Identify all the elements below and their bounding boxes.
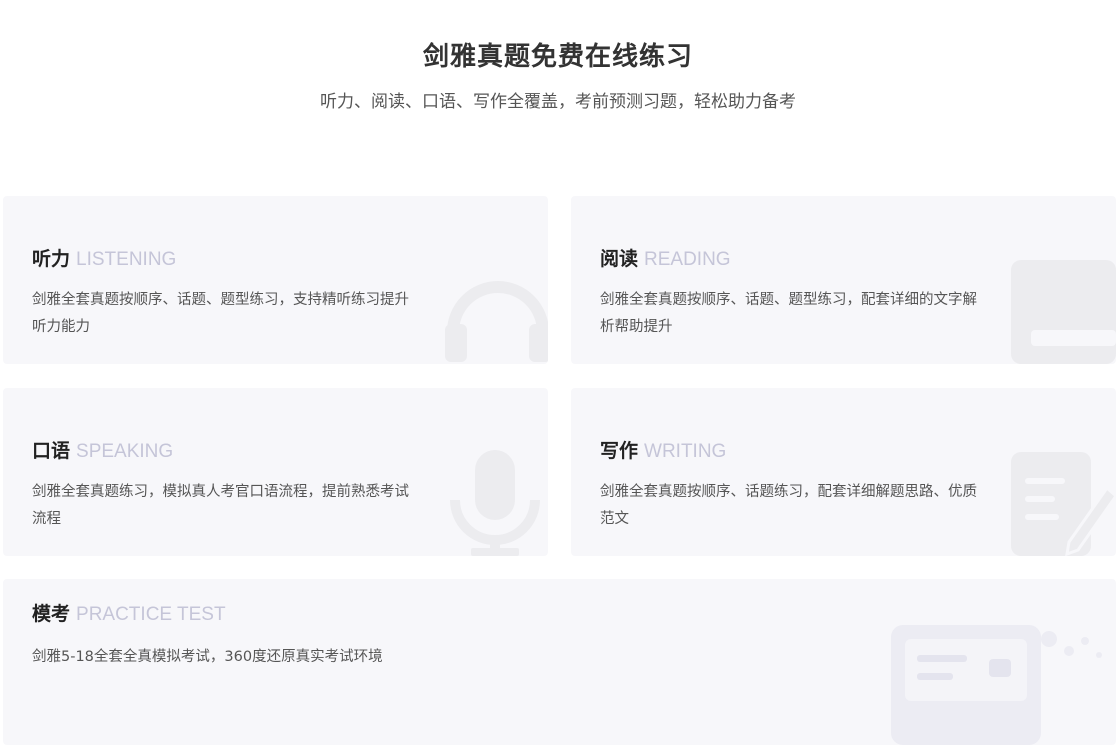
card-title: 写作 WRITING: [600, 436, 726, 463]
card-title-en: LISTENING: [76, 249, 177, 270]
card-description: 剑雅全套真题按顺序、话题练习，配套详细解题思路、优质范文: [600, 484, 977, 527]
card-title-cn: 口语: [32, 440, 71, 462]
headphones-icon: [445, 281, 548, 362]
card-title: 模考 PRACTICE TEST: [32, 599, 226, 626]
pencil-paper-icon: [1011, 452, 1116, 556]
monitor-icon: [891, 625, 1102, 745]
card-title-en: PRACTICE TEST: [76, 604, 226, 625]
card-description: 剑雅全套真题练习，模拟真人考官口语流程，提前熟悉考试流程: [32, 484, 409, 527]
card-title-cn: 模考: [32, 603, 71, 625]
page-subtitle: 听力、阅读、口语、写作全覆盖，考前预测习题，轻松助力备考: [320, 92, 796, 112]
card-description: 剑雅全套真题按顺序、话题、题型练习，支持精听练习提升听力能力: [32, 292, 409, 335]
card-title: 阅读 READING: [600, 244, 731, 271]
card-title-en: WRITING: [644, 441, 727, 462]
card-writing[interactable]: 写作 WRITING 剑雅全套真题按顺序、话题练习，配套详细解题思路、优质范文: [571, 388, 1116, 556]
card-title: 口语 SPEAKING: [32, 436, 173, 463]
page-title: 剑雅真题免费在线练习: [422, 42, 693, 72]
card-title-cn: 写作: [600, 440, 639, 462]
card-title-cn: 听力: [32, 248, 71, 270]
card-listening[interactable]: 听力 LISTENING 剑雅全套真题按顺序、话题、题型练习，支持精听练习提升听力…: [3, 196, 548, 364]
book-icon: [1011, 260, 1116, 364]
microphone-icon: [450, 450, 540, 556]
card-description: 剑雅全套真题按顺序、话题、题型练习，配套详细的文字解析帮助提升: [600, 292, 977, 335]
card-speaking[interactable]: 口语 SPEAKING 剑雅全套真题练习，模拟真人考官口语流程，提前熟悉考试流程: [3, 388, 548, 556]
card-title-cn: 阅读: [600, 248, 639, 270]
card-practice-test[interactable]: 模考 PRACTICE TEST 剑雅5-18全套全真模拟考试，360度还原真实考…: [3, 579, 1116, 745]
card-title-en: READING: [644, 249, 731, 270]
card-title-en: SPEAKING: [76, 441, 174, 462]
card-title: 听力 LISTENING: [32, 244, 176, 271]
card-reading[interactable]: 阅读 READING 剑雅全套真题按顺序、话题、题型练习，配套详细的文字解析帮助提…: [571, 196, 1116, 364]
card-description: 剑雅5-18全套全真模拟考试，360度还原真实考试环境: [32, 649, 383, 665]
